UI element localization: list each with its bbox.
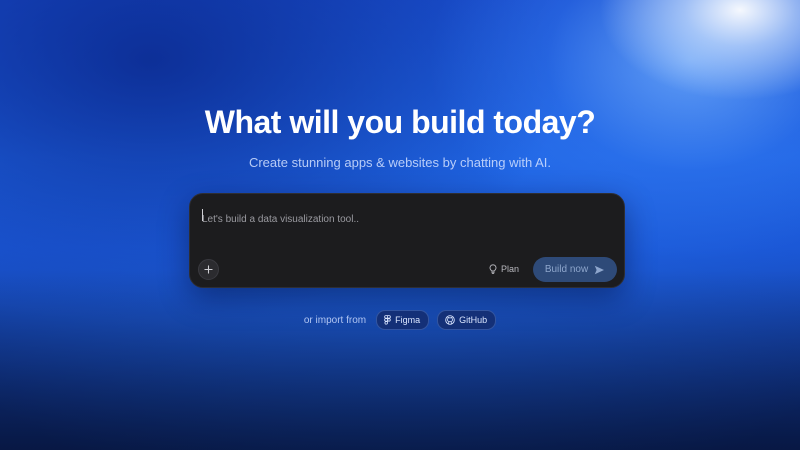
- lightbulb-icon: [489, 264, 497, 274]
- import-github-button[interactable]: GitHub: [437, 310, 497, 330]
- import-figma-label: Figma: [395, 315, 421, 325]
- prompt-box: Plan Build now: [189, 193, 625, 288]
- github-icon: [445, 315, 455, 325]
- build-now-label: Build now: [544, 264, 589, 275]
- plus-icon: [204, 265, 213, 274]
- page-title: What will you build today?: [204, 104, 596, 140]
- import-row: or import from Figma GitHub: [0, 310, 800, 330]
- plan-label: Plan: [501, 264, 520, 274]
- send-arrow-icon: [594, 265, 605, 275]
- build-now-button[interactable]: Build now: [533, 257, 617, 282]
- import-figma-button[interactable]: Figma: [376, 310, 430, 330]
- plan-button[interactable]: Plan: [489, 261, 519, 277]
- prompt-input[interactable]: [202, 208, 612, 230]
- figma-icon: [384, 315, 391, 325]
- page-subtitle: Create stunning apps & websites by chatt…: [248, 155, 552, 170]
- text-caret: [202, 209, 203, 221]
- attach-button[interactable]: [198, 259, 219, 280]
- import-github-label: GitHub: [459, 315, 488, 325]
- import-label: or import from: [303, 314, 367, 326]
